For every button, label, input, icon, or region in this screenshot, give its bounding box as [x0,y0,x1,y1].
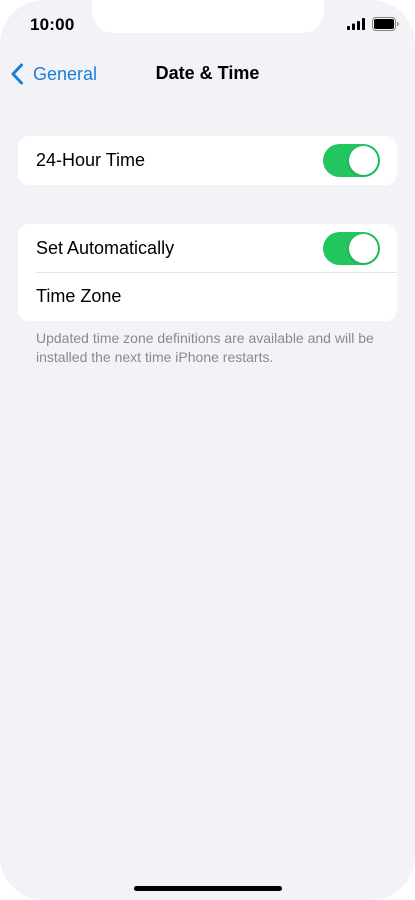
toggle-knob [349,146,378,175]
setting-row-set-automatically: Set Automatically [18,224,397,272]
setting-row-24-hour-time: 24-Hour Time [18,136,397,184]
home-indicator[interactable] [134,886,282,891]
phone-screen: 10:00 General Date & Time 24-Hour Time S… [0,0,415,900]
page-title: Date & Time [155,63,260,83]
setting-label-time-zone: Time Zone [36,285,122,306]
setting-row-time-zone[interactable]: Time Zone [18,272,397,320]
settings-group-automatic: Set Automatically Time Zone [18,224,397,321]
toggle-knob [349,234,378,263]
setting-label-set-automatically: Set Automatically [36,237,175,258]
toggle-set-automatically[interactable] [323,232,380,265]
status-time: 10:00 [30,15,75,34]
toggle-24-hour-time[interactable] [323,144,380,177]
battery-icon [372,17,399,31]
notch [92,0,324,33]
settings-group-clock-format: 24-Hour Time [18,136,397,185]
footer-note: Updated time zone definitions are availa… [36,330,374,365]
status-bar: 10:00 [0,0,415,50]
cellular-signal-icon [347,18,365,30]
setting-label-24-hour-time: 24-Hour Time [36,149,146,170]
navigation-bar: General Date & Time [0,52,415,96]
